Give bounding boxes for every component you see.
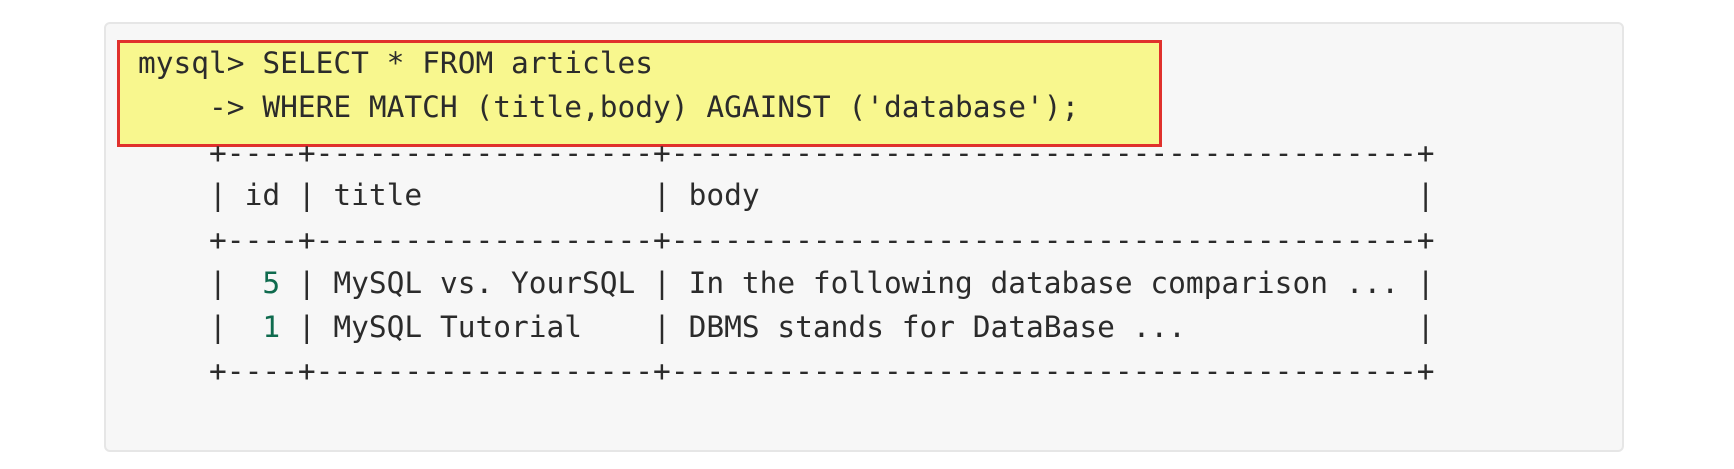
query-line-1: mysql> SELECT * FROM articles [138, 46, 654, 80]
row-prefix: | [138, 266, 263, 300]
query-line-2: -> WHERE MATCH (title,body) AGAINST ('da… [138, 90, 1080, 124]
row-rest: | MySQL vs. YourSQL | In the following d… [280, 266, 1435, 300]
table-row: | 5 | MySQL vs. YourSQL | In the followi… [138, 263, 1435, 303]
row-id: 5 [262, 266, 281, 300]
row-rest: | MySQL Tutorial | DBMS stands for DataB… [280, 310, 1435, 344]
table-header-row: | id | title | body | [138, 178, 1435, 212]
row-prefix: | [138, 310, 263, 344]
table-border-mid: +----+-------------------+--------------… [138, 223, 1435, 257]
table-row: | 1 | MySQL Tutorial | DBMS stands for D… [138, 307, 1435, 347]
table-border-top: +----+-------------------+--------------… [138, 136, 1435, 170]
row-id: 1 [262, 310, 281, 344]
table-border-bottom: +----+-------------------+--------------… [138, 354, 1435, 388]
